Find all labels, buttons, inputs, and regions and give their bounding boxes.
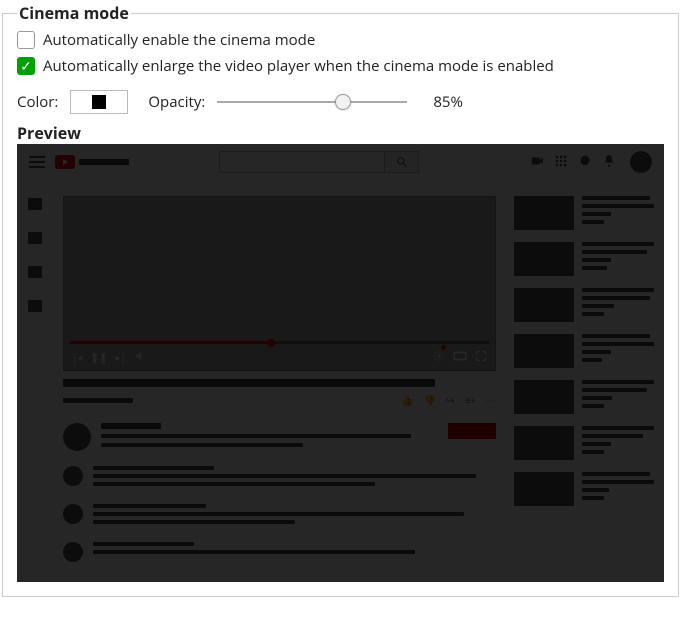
auto-enable-checkbox[interactable]	[17, 31, 35, 49]
volume-icon	[134, 350, 146, 365]
comment-avatar	[63, 504, 83, 524]
opacity-label: Opacity:	[148, 92, 205, 112]
auto-enlarge-checkbox[interactable]: ✓	[17, 57, 35, 75]
auto-enlarge-row: ✓ Automatically enlarge the video player…	[17, 56, 664, 76]
apps-icon	[554, 154, 568, 171]
player-controls: |◂ ❚❚ ▸|	[64, 344, 495, 370]
color-label: Color:	[17, 92, 58, 112]
youtube-logo	[55, 155, 129, 169]
preview-label: Preview	[17, 122, 664, 144]
color-swatch	[92, 95, 106, 109]
yt-sidebar	[17, 180, 53, 582]
theater-icon	[453, 350, 467, 364]
section-title: Cinema mode	[17, 2, 131, 24]
bell-icon	[602, 154, 616, 171]
comment-avatar	[63, 542, 83, 562]
slider-thumb[interactable]	[335, 94, 351, 110]
channel-avatar	[63, 423, 91, 451]
progress-bar	[70, 341, 489, 344]
color-picker[interactable]	[70, 90, 128, 114]
cinema-mode-section: Cinema mode Automatically enable the cin…	[2, 2, 679, 597]
subscribe-button-mock	[448, 423, 496, 439]
auto-enlarge-label: Automatically enlarge the video player w…	[43, 56, 554, 76]
opacity-slider[interactable]	[217, 92, 407, 112]
messages-icon	[578, 154, 592, 171]
save-icon: ≡+	[464, 393, 476, 407]
auto-enable-row: Automatically enable the cinema mode	[17, 30, 664, 50]
trending-icon	[28, 232, 42, 244]
slider-track	[217, 101, 407, 103]
preview-area: |◂ ❚❚ ▸|	[17, 144, 664, 582]
settings-icon	[433, 350, 445, 365]
search-icon	[384, 152, 418, 172]
upload-icon	[530, 154, 544, 171]
next-icon: ▸|	[115, 350, 126, 364]
dislike-icon: 👎	[424, 393, 436, 407]
subscriptions-icon	[28, 266, 42, 278]
auto-enable-label: Automatically enable the cinema mode	[43, 30, 315, 50]
search-input-mock	[219, 151, 419, 173]
prev-icon: |◂	[72, 350, 83, 364]
youtube-play-icon	[55, 155, 75, 169]
opacity-value: 85%	[433, 92, 463, 112]
home-icon	[28, 198, 42, 210]
pause-icon: ❚❚	[91, 350, 108, 364]
hamburger-icon	[29, 156, 45, 168]
avatar	[630, 151, 652, 173]
like-icon: 👍	[401, 393, 413, 407]
video-player-mock: |◂ ❚❚ ▸|	[63, 196, 496, 371]
comment-avatar	[63, 466, 83, 486]
fullscreen-icon	[475, 350, 487, 365]
more-icon: ⋯	[486, 393, 496, 407]
recommendations	[514, 196, 654, 582]
youtube-mock: |◂ ❚❚ ▸|	[17, 144, 664, 582]
library-icon	[28, 300, 42, 312]
yt-header	[17, 144, 664, 180]
cinema-options-row: Color: Opacity: 85%	[17, 90, 664, 114]
share-icon: ↪	[446, 393, 454, 407]
